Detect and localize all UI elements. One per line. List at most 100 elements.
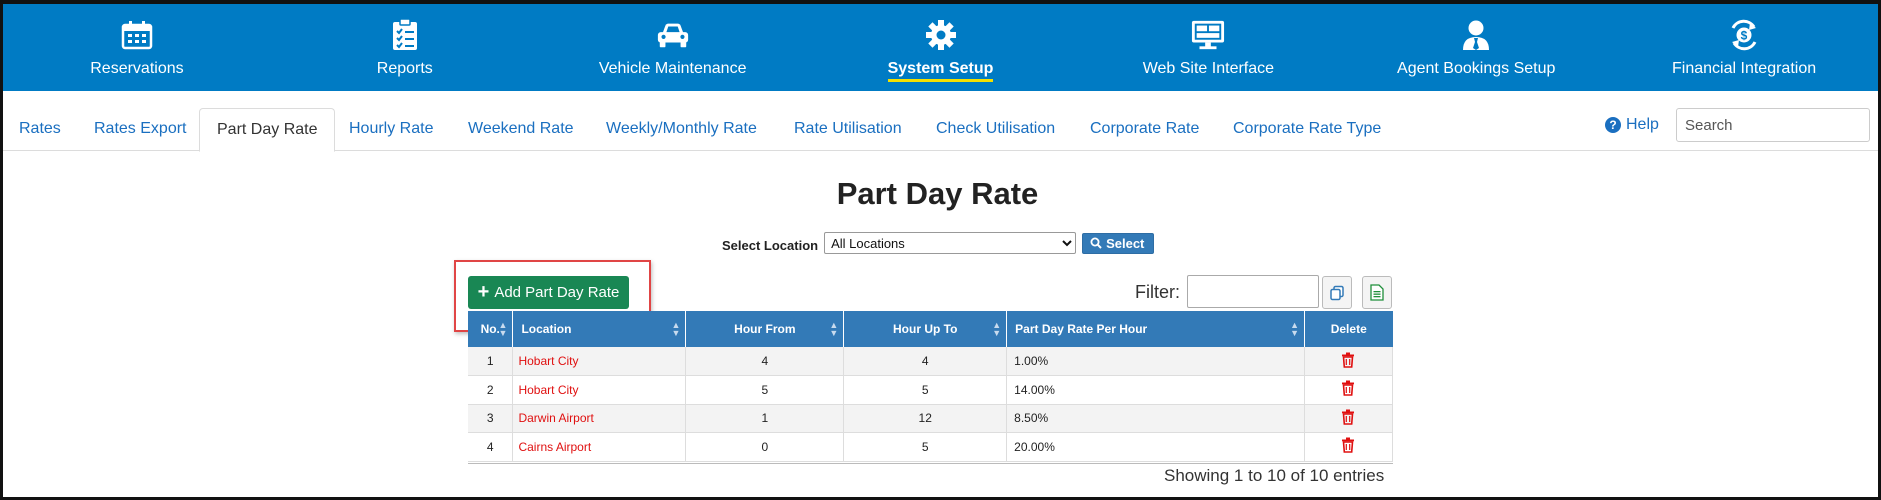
nav-financial-integration[interactable]: $ Financial Integration: [1610, 4, 1878, 91]
column-header-label: No.: [480, 322, 500, 336]
column-header-hour-from[interactable]: Hour From ▲ ▼: [685, 311, 845, 347]
add-part-day-rate-button[interactable]: + Add Part Day Rate: [468, 276, 629, 309]
table-row: 1 Hobart City 4 4 1.00%: [468, 347, 1394, 376]
tab-rate-utilisation[interactable]: Rate Utilisation: [794, 108, 902, 151]
nav-reports[interactable]: Reports: [271, 4, 539, 91]
cell-hour-up-to: 12: [843, 404, 1008, 433]
tab-corporate-rate[interactable]: Corporate Rate: [1090, 108, 1199, 151]
copy-icon: [1330, 285, 1344, 300]
column-header-delete: Delete: [1304, 311, 1393, 347]
table-info: Showing 1 to 10 of 10 entries: [1164, 466, 1385, 485]
help-link[interactable]: ? Help: [1605, 116, 1659, 134]
table-row: 3 Darwin Airport 1 12 8.50%: [468, 404, 1394, 433]
table-row: 4 Cairns Airport 0 5 20.00%: [468, 432, 1394, 462]
nav-label: Vehicle Maintenance: [598, 60, 747, 77]
trash-icon: [1342, 352, 1355, 368]
tab-check-utilisation[interactable]: Check Utilisation: [936, 108, 1055, 151]
tab-corporate-rate-type[interactable]: Corporate Rate Type: [1233, 108, 1381, 151]
select-button[interactable]: Select: [1082, 232, 1155, 254]
location-filter: Select Location All Locations Select: [722, 232, 1155, 254]
filter-label: Filter:: [1135, 282, 1180, 302]
nav-label: Web Site Interface: [1142, 60, 1275, 77]
clipboard-icon: [388, 18, 422, 52]
trash-icon: [1342, 437, 1355, 454]
sort-icon: ▲ ▼: [1290, 320, 1299, 338]
cell-no: 3: [468, 404, 514, 433]
car-icon: [656, 18, 690, 52]
cell-rate: 8.50%: [1006, 404, 1305, 433]
help-label: Help: [1626, 116, 1659, 133]
part-day-rate-table: No. ▲ ▼ Location ▲ ▼ Hour From ▲ ▼ Hour Up To ▲…: [468, 311, 1394, 462]
cell-hour-from: 5: [685, 375, 845, 405]
cell-location[interactable]: Darwin Airport: [512, 404, 687, 433]
search-icon: [1090, 237, 1102, 249]
cell-no: 1: [468, 347, 514, 376]
select-button-label: Select: [1106, 235, 1145, 251]
help-icon: ?: [1605, 117, 1621, 133]
cell-location[interactable]: Hobart City: [512, 375, 687, 405]
column-header-location[interactable]: Location ▲ ▼: [512, 311, 687, 347]
tab-rates-export[interactable]: Rates Export: [94, 108, 186, 151]
column-header-label: Delete: [1330, 322, 1367, 336]
sort-icon: ▲ ▼: [671, 320, 681, 338]
copy-button[interactable]: [1322, 276, 1352, 309]
nav-reservations[interactable]: Reservations: [3, 4, 271, 91]
cell-no: 2: [468, 375, 514, 405]
tab-weekly-monthly-rate[interactable]: Weekly/Monthly Rate: [606, 108, 757, 151]
cell-hour-from: 1: [685, 404, 845, 433]
nav-system-setup[interactable]: System Setup: [807, 4, 1075, 91]
cell-no: 4: [468, 432, 514, 462]
column-header-hour-up-to[interactable]: Hour Up To ▲ ▼: [843, 311, 1008, 347]
cell-location[interactable]: Hobart City: [512, 347, 687, 376]
table-bottom-border: [468, 463, 1393, 464]
svg-text:$: $: [1741, 29, 1748, 43]
cell-hour-from: 0: [685, 432, 845, 462]
gear-icon: [924, 18, 958, 52]
location-label: Select Location: [722, 237, 819, 253]
column-header-rate[interactable]: Part Day Rate Per Hour ▲ ▼: [1006, 311, 1305, 347]
cell-hour-up-to: 5: [843, 375, 1008, 405]
calendar-icon: [120, 18, 154, 52]
nav-vehicle-maintenance[interactable]: Vehicle Maintenance: [539, 4, 807, 91]
cell-hour-up-to: 4: [843, 347, 1008, 376]
top-navigation: Reservations Reports Vehicle Maintenance…: [3, 4, 1878, 91]
spreadsheet-icon: [1370, 284, 1384, 301]
sort-icon: ▲ ▼: [992, 320, 1002, 338]
add-button-label: Add Part Day Rate: [494, 284, 620, 301]
monitor-icon: [1191, 18, 1225, 52]
cell-rate: 20.00%: [1006, 432, 1305, 462]
column-header-label: Hour Up To: [893, 322, 958, 336]
trash-icon: [1342, 409, 1355, 425]
filter-input[interactable]: [1187, 275, 1319, 308]
table-row: 2 Hobart City 5 5 14.00%: [468, 375, 1394, 405]
plus-icon: +: [477, 280, 490, 303]
sub-tabs: Rates Rates Export Part Day Rate Hourly …: [3, 108, 1878, 152]
trash-icon: [1342, 380, 1355, 397]
location-select[interactable]: All Locations: [824, 232, 1077, 254]
column-header-label: Part Day Rate Per Hour: [1015, 322, 1148, 336]
column-header-label: Location: [521, 322, 572, 336]
nav-web-site-interface[interactable]: Web Site Interface: [1074, 4, 1342, 91]
delete-button[interactable]: [1304, 375, 1394, 405]
tab-hourly-rate[interactable]: Hourly Rate: [349, 108, 433, 151]
tab-part-day-rate[interactable]: Part Day Rate: [199, 108, 336, 152]
search-input[interactable]: [1676, 108, 1870, 142]
nav-label: Agent Bookings Setup: [1397, 60, 1556, 77]
column-header-label: Hour From: [734, 322, 796, 336]
nav-agent-bookings-setup[interactable]: Agent Bookings Setup: [1342, 4, 1610, 91]
delete-button[interactable]: [1304, 404, 1394, 433]
tab-weekend-rate[interactable]: Weekend Rate: [468, 108, 574, 151]
tab-rates[interactable]: Rates: [19, 108, 61, 151]
cell-hour-up-to: 5: [843, 432, 1008, 462]
cell-location[interactable]: Cairns Airport: [512, 432, 687, 462]
cell-hour-from: 4: [685, 347, 845, 376]
nav-label: System Setup: [887, 60, 994, 82]
delete-button[interactable]: [1304, 347, 1394, 376]
excel-export-button[interactable]: [1362, 276, 1392, 309]
column-header-no[interactable]: No. ▲ ▼: [468, 311, 514, 347]
cell-rate: 1.00%: [1006, 347, 1305, 376]
sort-icon: ▲ ▼: [829, 320, 839, 338]
nav-label: Reservations: [90, 60, 184, 77]
cell-rate: 14.00%: [1006, 375, 1305, 405]
delete-button[interactable]: [1304, 432, 1394, 462]
